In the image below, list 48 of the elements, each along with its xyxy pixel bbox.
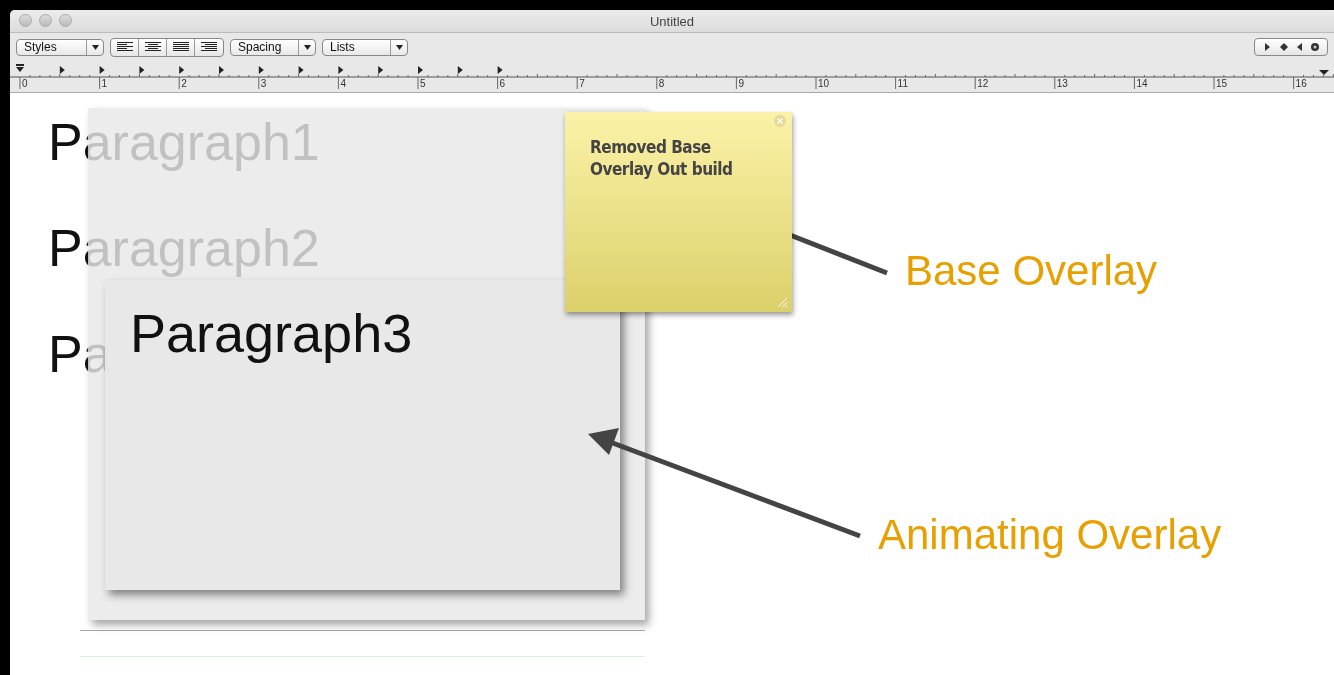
tab-stop-icon[interactable] (457, 66, 463, 74)
record-icon[interactable] (1311, 43, 1319, 51)
ruler-number: 10 (818, 78, 830, 89)
ruler-number: 4 (340, 78, 346, 89)
tab-stop-icon[interactable] (298, 66, 304, 74)
callout-label: Animating Overlay (878, 511, 1222, 559)
alignment-icon (201, 42, 217, 52)
tab-stop-icon[interactable] (139, 66, 145, 74)
tab-stop-icon[interactable] (497, 66, 503, 74)
tab-stop-icon[interactable] (179, 66, 185, 74)
play-icon[interactable] (1265, 43, 1270, 51)
ruler-number: 1 (101, 78, 108, 89)
tab-stop-icon[interactable] (418, 66, 423, 74)
ruler-number: 7 (579, 78, 585, 89)
resize-grip-icon[interactable] (776, 296, 788, 308)
back-icon[interactable] (1297, 43, 1302, 51)
ruler-number: 0 (22, 78, 28, 89)
alignment-icon (144, 42, 161, 52)
ruler-number: 16 (1295, 78, 1307, 89)
tab-stop-icon[interactable] (258, 66, 264, 74)
ruler-number: 2 (181, 78, 187, 89)
spacing-dropdown[interactable]: Spacing (230, 38, 316, 56)
alignment-icon (172, 42, 189, 52)
indent-marker-icon[interactable] (16, 64, 24, 72)
lists-dropdown[interactable]: Lists (322, 38, 408, 56)
tab-stop-icon[interactable] (338, 66, 344, 74)
tab-stop-icon[interactable] (219, 66, 224, 74)
tab-stop-icon[interactable] (59, 66, 65, 74)
ruler-number: 14 (1136, 78, 1148, 89)
ruler-number: 3 (260, 78, 267, 89)
tab-stop-icon[interactable] (99, 66, 105, 74)
ruler-number: 5 (420, 78, 426, 89)
styles-dropdown[interactable]: Styles (16, 38, 104, 56)
window-title: Untitled (649, 13, 695, 29)
right-margin-icon[interactable] (1319, 70, 1329, 75)
ruler-number: 13 (1056, 78, 1068, 89)
tab-stop-icon[interactable] (378, 66, 384, 74)
ruler-number: 6 (499, 78, 506, 89)
ruler-number: 8 (658, 78, 665, 89)
alignment-icon (116, 42, 133, 52)
paragraph-text: Paragraph3 (130, 303, 413, 363)
ruler-number: 11 (897, 78, 908, 89)
diamond-icon[interactable] (1280, 43, 1288, 51)
ruler-number: 9 (738, 78, 744, 89)
ruler-number: 12 (977, 78, 989, 89)
ruler-number: 15 (1216, 78, 1228, 89)
note-text: Removed Base Overlay Out build (590, 136, 734, 181)
callout-label: Base Overlay (905, 247, 1158, 295)
